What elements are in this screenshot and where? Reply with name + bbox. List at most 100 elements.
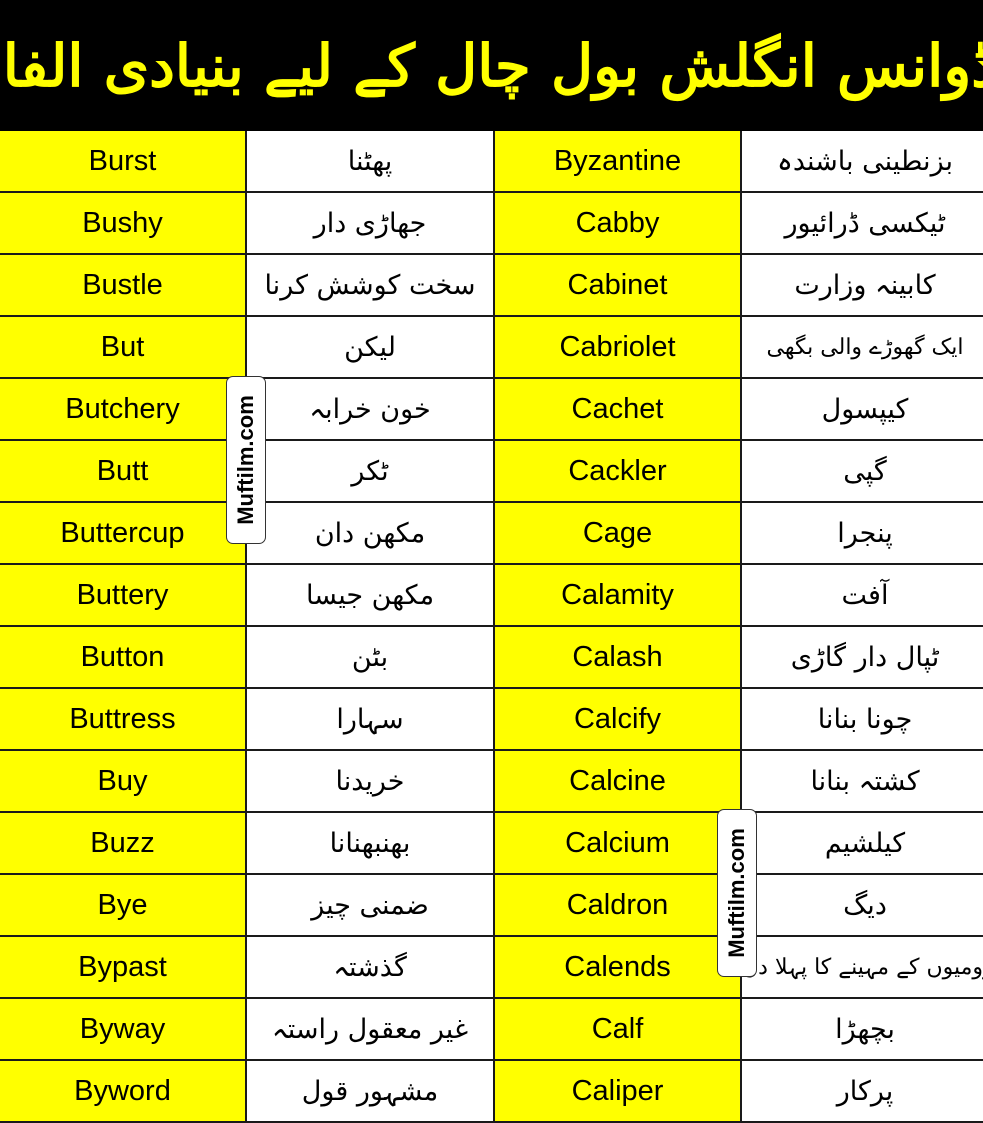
english-word-cell: Caldron	[493, 873, 742, 937]
english-word: Calf	[591, 1012, 644, 1045]
vocabulary-table-body: Burst پھٹنا Byzantine بزنطینی باشندہ Bushy جھ…	[0, 131, 983, 1123]
urdu-meaning: مشہور قول	[301, 1075, 439, 1107]
table-row: Buttercup مکھن دان Cage پنجرا	[0, 501, 983, 565]
urdu-meaning-cell: کیپسول	[740, 377, 983, 441]
urdu-meaning: کابینہ وزارت	[794, 269, 936, 301]
watermark-badge: Muftilm.com	[226, 376, 266, 544]
table-row: Butt ٹکر Cackler گپی	[0, 439, 983, 503]
watermark-badge: Muftilm.com	[717, 809, 757, 977]
urdu-meaning: آفت	[841, 579, 889, 611]
english-word: Cabby	[575, 206, 660, 239]
english-word: Byzantine	[553, 144, 682, 177]
table-row: Bypast گذشتہ Calends رومیوں کے مہینے کا پہل…	[0, 935, 983, 999]
english-word-cell: Buttery	[0, 563, 247, 627]
english-word: Buttercup	[60, 516, 185, 549]
english-word-cell: Buzz	[0, 811, 247, 875]
urdu-meaning: بھنبھنانا	[329, 827, 411, 859]
english-word: Cabriolet	[559, 330, 676, 363]
watermark-text: Muftilm.com	[233, 395, 258, 525]
english-word-cell: Calcine	[493, 749, 742, 813]
english-word: Calcine	[569, 764, 666, 797]
urdu-meaning: جھاڑی دار	[313, 207, 427, 239]
english-word: Caliper	[571, 1074, 664, 1107]
watermark-text: Muftilm.com	[724, 828, 749, 958]
english-word-cell: Byzantine	[493, 131, 742, 193]
urdu-meaning: مکھن دان	[314, 517, 426, 549]
table-row: Burst پھٹنا Byzantine بزنطینی باشندہ	[0, 131, 983, 193]
urdu-meaning-cell: بچھڑا	[740, 997, 983, 1061]
urdu-meaning: غیر معقول راستہ	[271, 1013, 469, 1045]
urdu-meaning-cell: بزنطینی باشندہ	[740, 131, 983, 193]
english-word: Calcify	[573, 702, 661, 735]
urdu-meaning-cell: ٹیکسی ڈرائیور	[740, 191, 983, 255]
urdu-meaning-cell: ضمنی چیز	[245, 873, 495, 937]
english-word: Buzz	[90, 826, 155, 859]
urdu-meaning-cell: دیگ	[740, 873, 983, 937]
english-word-cell: Bustle	[0, 253, 247, 317]
english-word: Butchery	[65, 392, 180, 425]
english-word-cell: Calcium	[493, 811, 742, 875]
urdu-meaning-cell: غیر معقول راستہ	[245, 997, 495, 1061]
urdu-meaning-cell: رومیوں کے مہینے کا پہلا دن	[740, 935, 983, 999]
urdu-meaning: چونا بنانا	[817, 703, 913, 735]
urdu-meaning: ٹپال دار گاڑی	[790, 641, 940, 673]
english-word-cell: Cachet	[493, 377, 742, 441]
english-word: Burst	[88, 144, 157, 177]
english-word: Bypast	[78, 950, 167, 983]
urdu-meaning: ضمنی چیز	[311, 889, 429, 921]
urdu-meaning-cell: کشتہ بنانا	[740, 749, 983, 813]
english-word-cell: Buttress	[0, 687, 247, 751]
urdu-meaning-cell: بٹن	[245, 625, 495, 689]
urdu-meaning-cell: ٹکر	[245, 439, 495, 503]
urdu-meaning-cell: لیکن	[245, 315, 495, 379]
urdu-meaning-cell: خون خرابہ	[245, 377, 495, 441]
english-word: Bustle	[82, 268, 163, 301]
table-row: Buttress سہارا Calcify چونا بنانا	[0, 687, 983, 751]
urdu-meaning: پرکار	[836, 1075, 894, 1107]
urdu-meaning-cell: پرکار	[740, 1059, 983, 1123]
urdu-meaning: پنجرا	[837, 517, 893, 549]
urdu-meaning: ایک گھوڑے والی بگھی	[766, 334, 964, 360]
urdu-meaning: کشتہ بنانا	[810, 765, 920, 797]
english-word-cell: Cabinet	[493, 253, 742, 317]
urdu-meaning: رومیوں کے مہینے کا پہلا دن	[742, 954, 983, 980]
urdu-meaning-cell: مکھن دان	[245, 501, 495, 565]
english-word: Calends	[564, 950, 671, 983]
english-word-cell: Caliper	[493, 1059, 742, 1123]
urdu-meaning-cell: گذشتہ	[245, 935, 495, 999]
urdu-meaning-cell: مشہور قول	[245, 1059, 495, 1123]
urdu-meaning-cell: جھاڑی دار	[245, 191, 495, 255]
urdu-meaning-cell: خریدنا	[245, 749, 495, 813]
table-row: Button بٹن Calash ٹپال دار گاڑی	[0, 625, 983, 689]
table-row: Buy خریدنا Calcine کشتہ بنانا	[0, 749, 983, 813]
urdu-meaning-cell: آفت	[740, 563, 983, 627]
table-row: Buttery مکھن جیسا Calamity آفت	[0, 563, 983, 627]
english-word-cell: Byword	[0, 1059, 247, 1123]
english-word-cell: Buttercup	[0, 501, 247, 565]
urdu-meaning: سخت کوشش کرنا	[264, 269, 476, 301]
urdu-meaning: سہارا	[336, 703, 404, 735]
table-row: Bye ضمنی چیز Caldron دیگ	[0, 873, 983, 937]
urdu-meaning: گپی	[843, 455, 887, 487]
urdu-meaning: مکھن جیسا	[305, 579, 435, 611]
english-word: Bushy	[82, 206, 163, 239]
urdu-meaning: دیگ	[843, 889, 887, 921]
urdu-meaning: بچھڑا	[835, 1013, 895, 1045]
table-row: Bushy جھاڑی دار Cabby ٹیکسی ڈرائیور	[0, 191, 983, 255]
english-word: Cachet	[571, 392, 664, 425]
urdu-meaning: بٹن	[351, 641, 389, 673]
english-word-cell: Bye	[0, 873, 247, 937]
english-word: Cage	[582, 516, 653, 549]
english-word-cell: Bypast	[0, 935, 247, 999]
english-word: Byword	[74, 1074, 171, 1107]
english-word-cell: Burst	[0, 131, 247, 193]
urdu-meaning-cell: پھٹنا	[245, 131, 495, 193]
english-word: Butt	[96, 454, 149, 487]
english-word-cell: Byway	[0, 997, 247, 1061]
urdu-meaning: گذشتہ	[333, 951, 407, 983]
english-word: Buttress	[69, 702, 176, 735]
urdu-meaning: خریدنا	[335, 765, 405, 797]
english-word-cell: Cackler	[493, 439, 742, 503]
english-word-cell: Cage	[493, 501, 742, 565]
english-word-cell: Cabby	[493, 191, 742, 255]
